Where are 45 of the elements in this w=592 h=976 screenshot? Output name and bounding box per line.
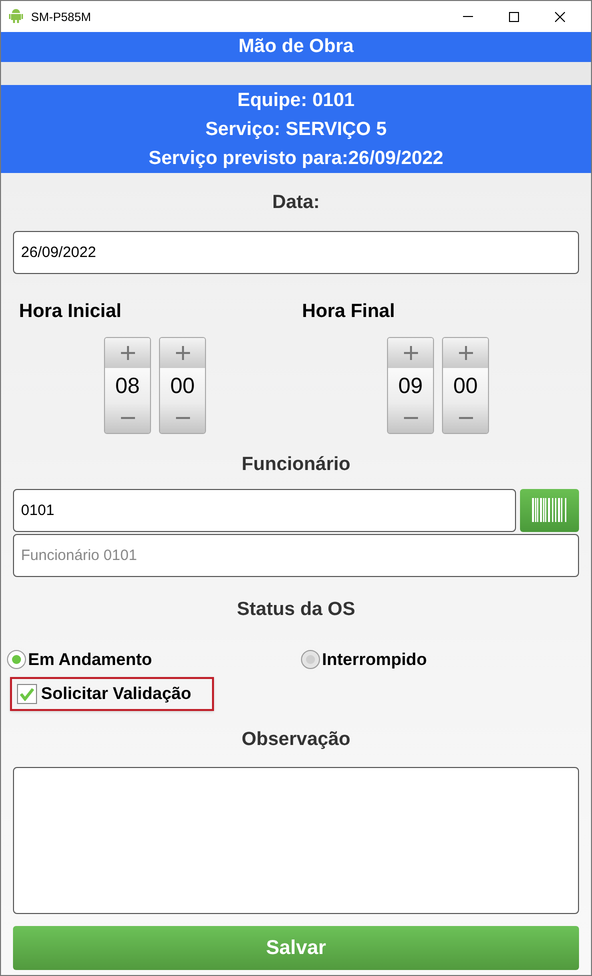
spinner-field[interactable]: 00 [160, 368, 205, 403]
plus-icon [458, 346, 472, 360]
barcode-icon [532, 498, 568, 522]
window-title: SM-P585M [31, 8, 92, 26]
decrement-button[interactable] [105, 403, 150, 433]
spinner-field[interactable]: 09 [388, 368, 433, 403]
spinner-field[interactable]: 00 [443, 368, 488, 403]
employee-label: Funcionário [242, 453, 350, 477]
time-label: Hora Final [302, 300, 396, 324]
minus-icon [458, 417, 472, 419]
android-icon [9, 9, 23, 24]
status-radio[interactable]: Interrompido [301, 647, 579, 672]
info-line: Serviço previsto para:26/09/2022 [148, 146, 444, 170]
plus-icon [176, 346, 190, 360]
spinner-field[interactable]: 08 [105, 368, 150, 403]
plus-icon [404, 346, 418, 360]
increment-button[interactable] [105, 338, 150, 368]
minimize-icon [463, 16, 473, 17]
date-label: Data: [272, 191, 320, 215]
increment-button[interactable] [388, 338, 433, 368]
status-label: Status da OS [236, 598, 356, 622]
page-title: Mão de Obra [238, 34, 354, 59]
close-icon [555, 12, 565, 22]
minus-icon [404, 417, 418, 419]
validation-checkbox[interactable]: Solicitar Validação [17, 680, 192, 706]
plus-icon [120, 346, 134, 360]
time-label: Hora Inicial [19, 300, 122, 324]
info-line: Equipe: 0101 [237, 88, 355, 112]
status-radio[interactable]: Em Andamento [7, 647, 293, 672]
employee-code-field[interactable]: 0101 [13, 488, 516, 532]
decrement-button[interactable] [443, 403, 488, 433]
minus-icon [120, 417, 134, 419]
employee-name-field[interactable]: Funcionário 0101 [13, 534, 579, 576]
decrement-button[interactable] [388, 403, 433, 433]
minus-icon [176, 417, 190, 419]
check-icon [19, 686, 35, 700]
observation-field[interactable] [13, 767, 579, 914]
decrement-button[interactable] [160, 403, 205, 433]
maximize-icon [509, 12, 519, 22]
info-line: Serviço: SERVIÇO 5 [205, 118, 387, 142]
observation-label: Observação [242, 728, 350, 752]
increment-button[interactable] [160, 338, 205, 368]
barcode-button[interactable] [520, 488, 579, 532]
date-field[interactable]: 26/09/2022 [13, 230, 579, 274]
increment-button[interactable] [443, 338, 488, 368]
